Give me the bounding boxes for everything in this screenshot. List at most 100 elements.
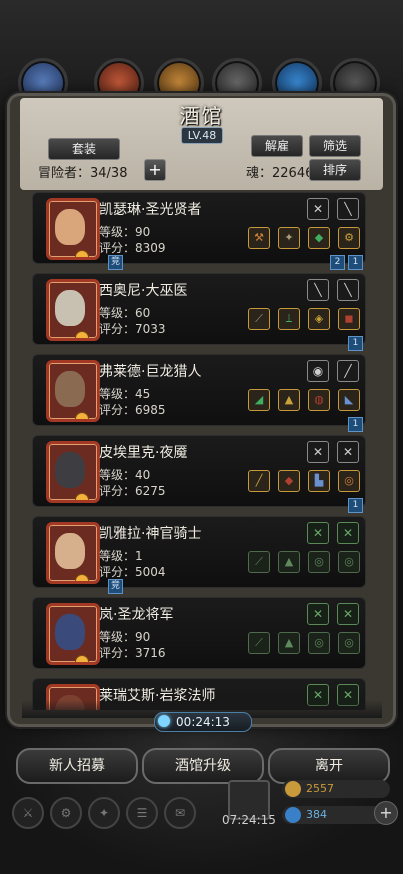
equipment-slot-icon[interactable]: ◆ [308, 227, 330, 249]
skill-slot-icon[interactable]: ✕ [307, 603, 329, 625]
gem-icon [285, 807, 301, 823]
equipment-slot-icon[interactable]: ◎ [338, 632, 360, 654]
skill-slot-icon[interactable]: ◉ [307, 360, 329, 382]
hero-name: 岚·圣龙将军 [99, 607, 174, 623]
adventurer-count: 冒险者：34/38 [38, 166, 128, 181]
equipment-slot-icon[interactable]: ◼ [338, 308, 360, 330]
sort-button[interactable]: 排序 [309, 159, 361, 181]
hero-portrait[interactable] [46, 279, 100, 341]
equipment-slot-icon[interactable]: ◎ [308, 632, 330, 654]
set-button[interactable]: 套装 [48, 138, 120, 160]
hero-face [55, 533, 85, 569]
skill-slot-icon[interactable]: ✕ [307, 441, 329, 463]
equipment-slot-icon[interactable]: ⚙ [338, 227, 360, 249]
skill-slot-icon[interactable]: ╱ [337, 360, 359, 382]
skill-slot-icon[interactable]: ✕ [337, 603, 359, 625]
chest-timer: 07:24:15 [222, 813, 276, 827]
arena-tag: 竞 [108, 255, 123, 270]
hero-level: 等级：40 [99, 468, 151, 482]
hero-level: 等级：60 [99, 306, 151, 320]
hero-card[interactable]: 凯瑟琳·圣光贤者 等级：90 评分：8309 ✕ ╲ ⚒ ✦ ◆ ⚙ [32, 192, 366, 264]
menu-icon-4[interactable]: ☰ [126, 797, 158, 829]
hero-face [55, 452, 85, 488]
recruit-button[interactable]: 新人招募 [16, 748, 138, 784]
count-badge: 1 [348, 498, 363, 513]
equipment-slot-icon[interactable]: ▲ [278, 632, 300, 654]
menu-icon-3[interactable]: ✦ [88, 797, 120, 829]
gem-amount: 384 [306, 808, 327, 821]
count-badge: 1 [348, 417, 363, 432]
portrait-badge-icon [75, 412, 89, 419]
soul-count: 魂：22646 [246, 166, 314, 181]
portrait-badge-icon [75, 331, 89, 338]
skill-slot-icon[interactable]: ✕ [307, 522, 329, 544]
equipment-slot-icon[interactable]: ╱ [248, 470, 270, 492]
equipment-slot-icon[interactable]: ▲ [278, 551, 300, 573]
hero-level: 等级：45 [99, 387, 151, 401]
hero-score: 评分：8309 [99, 241, 166, 255]
hero-card[interactable]: 皮埃里克·夜魇 等级：40 评分：6275 ✕ ✕ ╱ ◆ ▙ ◎ [32, 435, 366, 507]
equipment-slot-icon[interactable]: ⟋ [248, 551, 270, 573]
hero-card[interactable]: 弗莱德·巨龙猎人 等级：45 评分：6985 ◉ ╱ ◢ ▲ ◍ ◣ [32, 354, 366, 426]
tavern-level: LV.48 [181, 127, 223, 144]
equipment-slot-icon[interactable]: ◣ [338, 389, 360, 411]
portrait-badge-icon [75, 574, 89, 581]
skill-slot-icon[interactable]: ✕ [337, 522, 359, 544]
hero-list[interactable]: 凯瑟琳·圣光贤者 等级：90 评分：8309 ✕ ╲ ⚒ ✦ ◆ ⚙ 竞 2 1 西奥尼·大巫医 等级：6… [22, 190, 382, 710]
hero-face [55, 614, 85, 650]
equipment-slot-icon[interactable]: ✦ [278, 227, 300, 249]
hero-card[interactable]: 岚·圣龙将军 等级：90 评分：3716 ✕ ✕ ⟋ ▲ ◎ ◎ [32, 597, 366, 669]
timer-icon [158, 715, 170, 727]
menu-icon-2[interactable]: ⚙ [50, 797, 82, 829]
equipment-slot-icon[interactable]: ⟋ [248, 632, 270, 654]
skill-slot-icon[interactable]: ✕ [337, 441, 359, 463]
equipment-slot-icon[interactable]: ▲ [278, 389, 300, 411]
equipment-slot-icon[interactable]: ◎ [338, 470, 360, 492]
add-currency-button[interactable]: + [374, 801, 398, 825]
portrait-badge-icon [75, 250, 89, 257]
skill-slot-icon[interactable]: ╲ [337, 198, 359, 220]
skill-slot-icon[interactable]: ╲ [307, 279, 329, 301]
hero-portrait[interactable] [46, 360, 100, 422]
dismiss-button[interactable]: 解雇 [251, 135, 303, 157]
hero-level: 等级：90 [99, 225, 151, 239]
count-badge: 1 [348, 336, 363, 351]
upgrade-tavern-button[interactable]: 酒馆升级 [142, 748, 264, 784]
equipment-slot-icon[interactable]: ⚒ [248, 227, 270, 249]
count-badge: 2 [330, 255, 345, 270]
equipment-slot-icon[interactable]: ◢ [248, 389, 270, 411]
hero-level: 等级：1 [99, 549, 143, 563]
hero-face [55, 290, 85, 326]
menu-icon-5[interactable]: ✉ [164, 797, 196, 829]
skill-slot-icon[interactable]: ╲ [337, 279, 359, 301]
equipment-slot-icon[interactable]: ▙ [308, 470, 330, 492]
hero-score: 评分：6275 [99, 484, 166, 498]
menu-icon-1[interactable]: ⚔ [12, 797, 44, 829]
panel-title: 酒馆 [179, 104, 224, 128]
hero-card[interactable]: 凯雅拉·神官骑士 等级：1 评分：5004 ✕ ✕ ⟋ ▲ ◎ ◎ [32, 516, 366, 588]
equipment-slot-icon[interactable]: ◈ [308, 308, 330, 330]
equipment-slot-icon[interactable]: ◎ [338, 551, 360, 573]
add-adventurer-button[interactable]: + [144, 159, 166, 181]
portrait-badge-icon [75, 493, 89, 500]
hero-score: 评分：6985 [99, 403, 166, 417]
portrait-badge-icon [75, 655, 89, 662]
equipment-slot-icon[interactable]: ◍ [308, 389, 330, 411]
hero-portrait[interactable] [46, 603, 100, 665]
equipment-slot-icon[interactable]: ⟘ [278, 308, 300, 330]
gold-amount: 2557 [306, 782, 334, 795]
hero-score: 评分：7033 [99, 322, 166, 336]
hero-portrait[interactable] [46, 522, 100, 584]
equipment-slot-icon[interactable]: ◆ [278, 470, 300, 492]
leave-button[interactable]: 离开 [268, 748, 390, 784]
equipment-slot-icon[interactable]: ◎ [308, 551, 330, 573]
hero-card[interactable]: 西奥尼·大巫医 等级：60 评分：7033 ╲ ╲ ⟋ ⟘ ◈ ◼ [32, 273, 366, 345]
hero-portrait[interactable] [46, 198, 100, 260]
hero-face [55, 371, 85, 407]
filter-button[interactable]: 筛选 [309, 135, 361, 157]
hero-portrait[interactable] [46, 441, 100, 503]
hero-name: 凯瑟琳·圣光贤者 [99, 202, 202, 218]
equipment-slot-icon[interactable]: ⟋ [248, 308, 270, 330]
skill-slot-icon[interactable]: ✕ [307, 198, 329, 220]
hero-name: 皮埃里克·夜魇 [99, 445, 188, 461]
